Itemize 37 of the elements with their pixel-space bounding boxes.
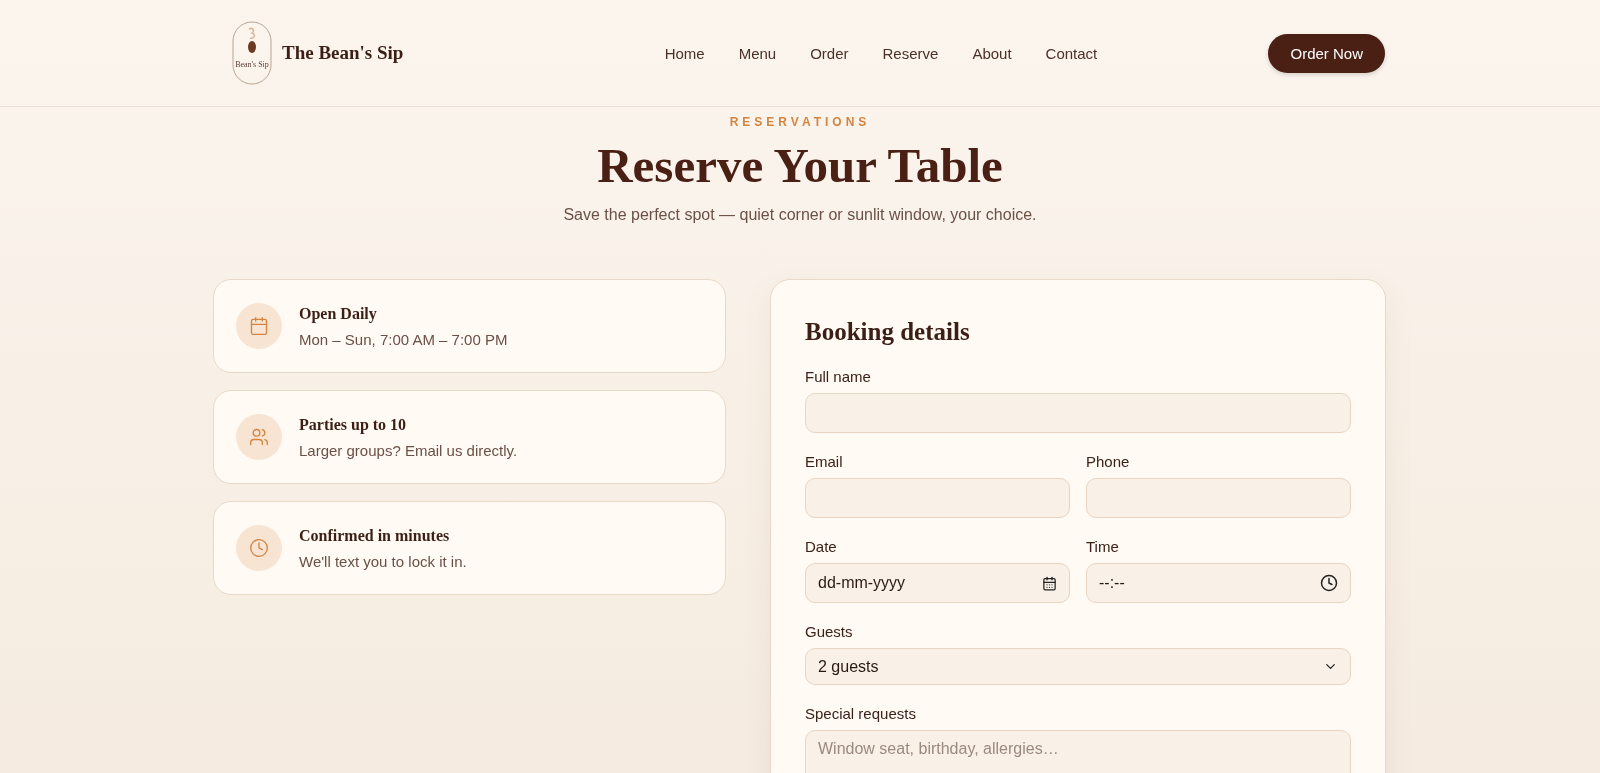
nav-link[interactable]: About (972, 44, 1012, 62)
text-input[interactable] (805, 393, 1351, 433)
field-label: Time (1086, 538, 1120, 555)
clock-icon (236, 525, 282, 571)
page-title: Reserve Your Table (597, 137, 1003, 194)
info-text: We'll text you to lock it in. (299, 552, 467, 570)
field-label: Email (805, 453, 844, 470)
clock-icon[interactable] (1320, 574, 1338, 592)
field-label: Date (805, 538, 838, 555)
field-label: Phone (1086, 453, 1131, 470)
order-now-button[interactable]: Order Now (1268, 33, 1385, 73)
date-input[interactable]: dd-mm-yyyy (805, 563, 1070, 603)
people-icon (236, 414, 282, 460)
nav-link[interactable]: Reserve (882, 44, 939, 62)
info-title: Confirmed in minutes (299, 526, 451, 545)
section-eyebrow: RESERVATIONS (729, 115, 871, 129)
nav-link[interactable]: Contact (1045, 44, 1098, 62)
guests-select[interactable]: 2 guests (805, 648, 1351, 685)
field-label: Full name (805, 368, 872, 385)
page-subtitle: Save the perfect spot — quiet corner or sunlit window, your choice. (563, 206, 1037, 224)
brand-name: The Bean's Sip (282, 42, 404, 64)
text-input[interactable] (805, 478, 1070, 518)
field-label: Special requests (805, 705, 917, 722)
info-title: Open Daily (299, 304, 378, 323)
text-input[interactable] (1086, 478, 1351, 518)
field-label: Guests (805, 623, 854, 640)
nav-link[interactable]: Order (810, 44, 849, 62)
time-input[interactable]: --:-- (1086, 563, 1351, 603)
calendar-icon[interactable] (1042, 575, 1057, 591)
form-title: Booking details (805, 318, 971, 346)
info-text: Mon – Sun, 7:00 AM – 7:00 PM (299, 330, 508, 348)
logo-drawing: Bean's Sip (232, 21, 272, 85)
calendar-icon (236, 303, 282, 349)
info-text: Larger groups? Email us directly. (299, 441, 518, 459)
nav-link[interactable]: Menu (738, 44, 777, 62)
nav-link[interactable]: Home (664, 44, 705, 62)
info-title: Parties up to 10 (299, 415, 408, 434)
